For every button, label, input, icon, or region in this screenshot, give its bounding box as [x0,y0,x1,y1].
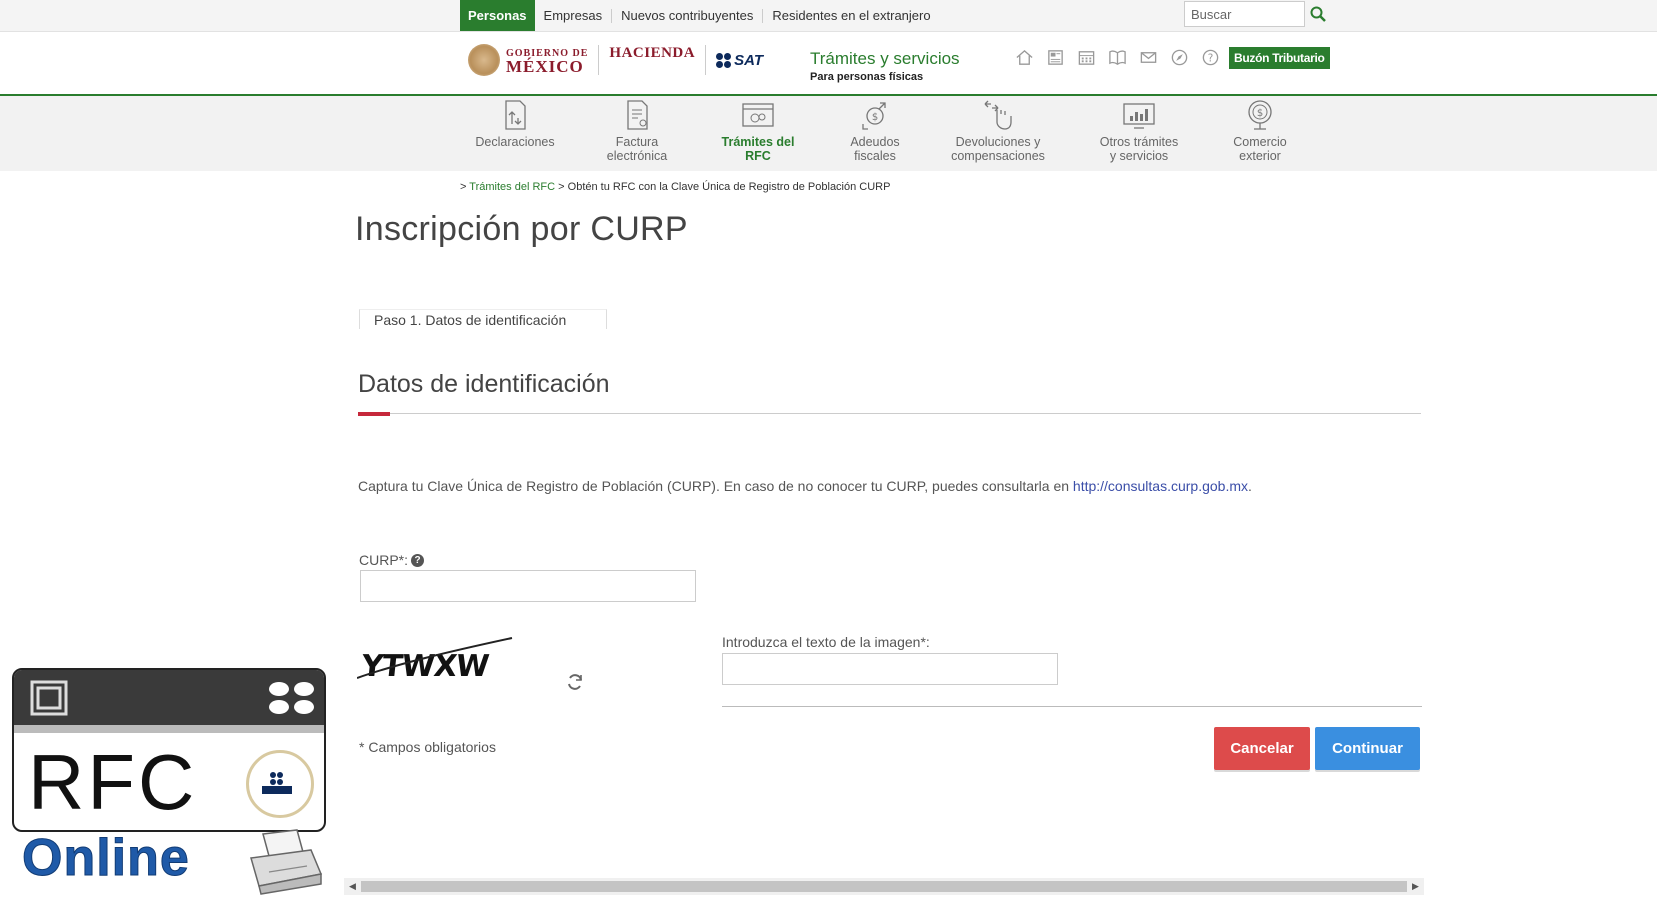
breadcrumb-current: Obtén tu RFC con la Clave Única de Regis… [567,181,891,193]
svg-text:$: $ [1257,108,1263,119]
nav-item-devoluciones-compensaciones[interactable]: Devoluciones y compensaciones [938,98,1058,163]
rfc-window-graphic: RFC [12,668,326,832]
svg-text:?: ? [1208,52,1214,64]
logo-divider [598,45,600,75]
eagle-seal-icon [468,44,500,76]
horizontal-scrollbar[interactable]: ◀ ▶ [344,878,1424,895]
topnav-item-empresas[interactable]: Empresas [535,8,613,23]
curp-help-icon[interactable]: ? [411,553,425,567]
captcha-text: YTWXW [359,649,491,684]
nav-item-factura-electronica[interactable]: Factura electrónica [577,98,697,163]
online-wordmark: Online [22,829,190,888]
rfc-wordmark: RFC [28,738,198,826]
sat-seal-icon [246,750,314,818]
calendar-icon[interactable] [1077,48,1096,67]
captcha-image: YTWXW [357,637,513,684]
rfc-online-watermark: RFC Online [10,668,326,900]
header-subtitle: Para personas físicas [810,71,924,83]
section-title: Datos de identificación [358,370,610,398]
curp-consulta-link[interactable]: http://consultas.curp.gob.mx [1073,478,1248,494]
scroll-right-icon[interactable]: ▶ [1407,878,1424,895]
topnav-item-residentes-extranjero[interactable]: Residentes en el extranjero [763,8,939,23]
main-category-nav: Declaraciones Factura electrónica Trámite… [0,96,1657,171]
breadcrumb: > Trámites del RFC > Obtén tu RFC con la… [460,181,891,193]
sat-logo: SAT [716,52,763,69]
audience-nav: Personas Empresas Nuevos contribuyentes … [460,0,940,31]
book-icon[interactable] [1108,48,1127,67]
comercio-exterior-icon: $ [1248,100,1272,130]
site-header: GOBIERNO DE MÉXICO HACIENDA SAT Trámites… [0,32,1657,96]
search-icon[interactable] [1309,5,1327,23]
help-circle-icon[interactable]: ? [1201,48,1220,67]
tramites-rfc-icon [742,103,774,127]
logo-divider [705,45,707,75]
nav-item-declaraciones[interactable]: Declaraciones [455,98,575,149]
window-titlebar-graphic [14,670,324,733]
curp-instructions: Captura tu Clave Única de Registro de Po… [358,478,1252,494]
topnav-item-personas[interactable]: Personas [460,0,535,31]
step-tab-1[interactable]: Paso 1. Datos de identificación [359,309,607,329]
scrollbar-thumb[interactable] [361,881,1407,892]
hacienda-logo: HACIENDA [609,45,696,61]
nav-item-comercio-exterior[interactable]: $ Comercio exterior [1200,98,1320,163]
otros-tramites-icon [1123,103,1155,129]
refresh-captcha-icon[interactable] [564,671,586,693]
nav-item-otros-tramites[interactable]: Otros trámites y servicios [1079,98,1199,163]
nav-item-tramites-rfc[interactable]: Trámites del RFC [698,98,818,163]
sat-dots-icon [716,52,732,68]
svg-text:$: $ [872,112,878,123]
curp-label: CURP*: ? [359,552,425,568]
mail-icon[interactable] [1139,48,1158,67]
form-divider [722,706,1422,707]
section-accent-bar [358,412,390,416]
required-fields-note: * Campos obligatorios [359,739,496,755]
home-icon[interactable] [1015,48,1034,67]
nav-item-adeudos-fiscales[interactable]: $ Adeudos fiscales [815,98,935,163]
captcha-label: Introduzca el texto de la imagen*: [722,634,930,650]
factura-icon [627,100,648,130]
compass-icon[interactable] [1170,48,1189,67]
continue-button[interactable]: Continuar [1315,727,1420,770]
page-title: Inscripción por CURP [355,210,688,248]
captcha-input[interactable] [722,653,1058,685]
scroll-left-icon[interactable]: ◀ [344,878,361,895]
gobierno-mexico-logo: GOBIERNO DE MÉXICO [506,48,589,76]
search-input[interactable] [1184,1,1305,27]
topnav-item-nuevos-contribuyentes[interactable]: Nuevos contribuyentes [612,8,764,23]
newspaper-icon[interactable] [1046,48,1065,67]
top-utility-bar: Personas Empresas Nuevos contribuyentes … [0,0,1657,32]
window-dots-icon [269,682,314,714]
breadcrumb-link-tramites-rfc[interactable]: Trámites del RFC [469,181,555,193]
devoluciones-icon [984,100,1012,130]
window-square-icon [30,680,68,716]
printer-icon [250,829,323,895]
header-title: Trámites y servicios [810,49,960,68]
cancel-button[interactable]: Cancelar [1214,727,1310,770]
section-divider [358,413,1421,414]
header-icon-bar: ? [1015,48,1220,67]
declaraciones-icon [505,100,526,130]
buzon-tributario-button[interactable]: Buzón Tributario [1229,47,1330,69]
government-logos[interactable]: GOBIERNO DE MÉXICO HACIENDA SAT [468,44,763,76]
adeudos-icon: $ [862,102,886,130]
curp-input[interactable] [360,570,696,602]
